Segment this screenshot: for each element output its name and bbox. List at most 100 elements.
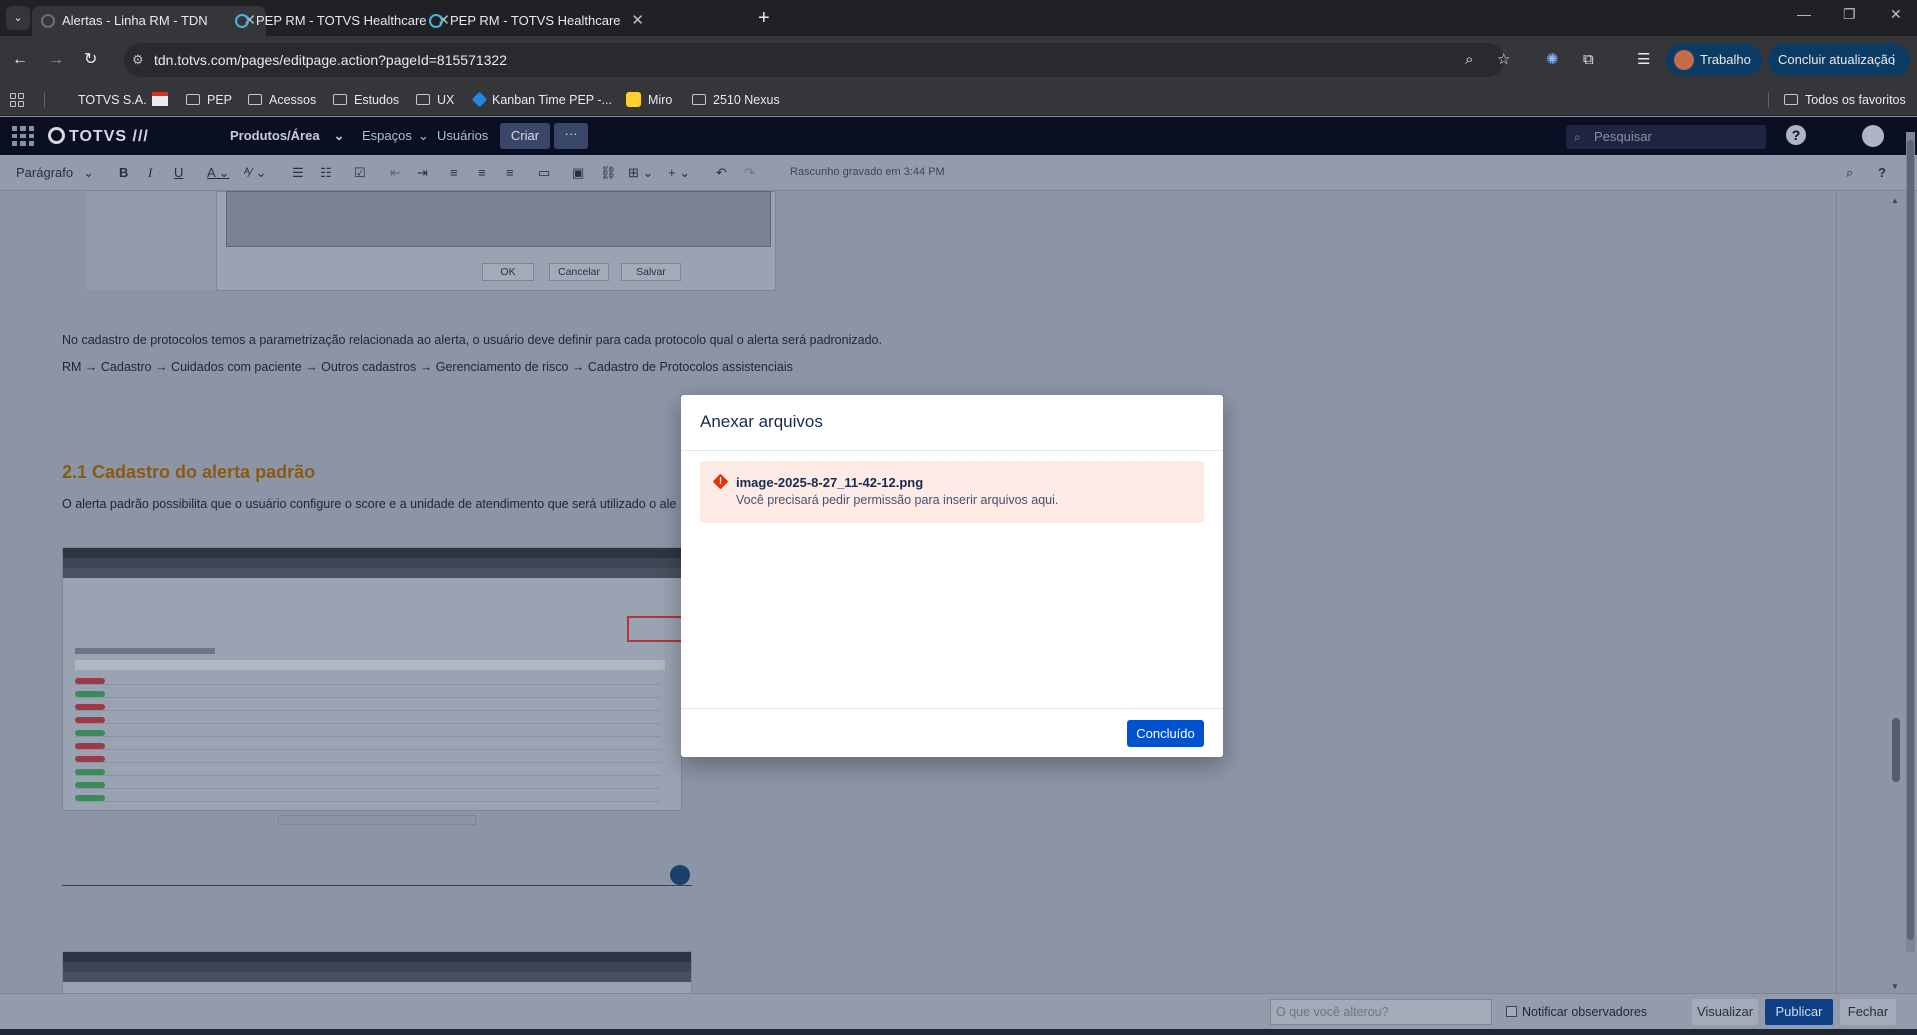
align-right-icon[interactable]: ≡ [506, 165, 514, 181]
task-list-icon[interactable]: ☑ [354, 165, 366, 181]
minimize-icon[interactable]: — [1797, 6, 1811, 22]
text-color-icon[interactable]: A ⌄ [207, 165, 229, 181]
reload-icon[interactable]: ↻ [84, 50, 97, 70]
new-tab-plus-icon[interactable]: + [758, 6, 770, 30]
paragraph-style-select[interactable]: Parágrafo ⌄ [16, 165, 94, 181]
nav-usuarios[interactable]: Usuários [437, 128, 488, 143]
bookmark-totvs[interactable]: TOTVS S.A. [78, 84, 147, 116]
embedded-screenshot-2[interactable] [62, 951, 692, 993]
bookmark-pep[interactable]: PEP [186, 84, 232, 116]
editor-help-icon[interactable]: ? [1878, 165, 1886, 181]
kebab-menu-icon[interactable]: ⋮ [1887, 44, 1900, 76]
table-row [75, 691, 661, 698]
table-icon[interactable]: ⊞ ⌄ [628, 165, 653, 181]
close-icon[interactable]: ✕ [631, 6, 644, 36]
publish-button[interactable]: Publicar [1765, 999, 1833, 1025]
scroll-up-arrow-icon[interactable]: ▲ [1891, 196, 1899, 205]
table-row [75, 795, 661, 802]
profile-label: Trabalho [1700, 52, 1751, 67]
undo-icon[interactable]: ↶ [716, 165, 727, 181]
embedded-screenshot-dialog[interactable]: OK Cancelar Salvar [86, 191, 776, 291]
close-button[interactable]: Fechar [1840, 999, 1896, 1025]
notify-label: Notificar observadores [1522, 1005, 1648, 1019]
done-button[interactable]: Concluído [1127, 720, 1204, 747]
more-button[interactable]: ··· [554, 123, 588, 149]
totvs-logo[interactable]: TOTVS /// [48, 127, 149, 146]
status-badge [75, 743, 105, 749]
bookmark-miro[interactable]: Miro [626, 84, 672, 116]
content-scrollbar[interactable] [1890, 191, 1904, 993]
bookmark-label: UX [437, 93, 455, 107]
tab-search-chevron-icon[interactable]: ⌄ [6, 6, 30, 30]
extension-gear-icon[interactable]: ✺ [1546, 50, 1559, 70]
browser-tab-3[interactable]: PEP RM - TOTVS Healthcare ✕ [420, 6, 654, 36]
update-button[interactable]: Concluir atualização ⋮ [1768, 44, 1910, 76]
numbered-list-icon[interactable]: ☷ [320, 165, 332, 181]
apps-grid-icon[interactable] [10, 93, 24, 107]
change-comment-input[interactable] [1270, 999, 1492, 1025]
bookmark-estudos[interactable]: Estudos [333, 84, 399, 116]
jira-diamond-icon [471, 91, 488, 108]
create-button[interactable]: Criar [500, 123, 550, 149]
embedded-tabbar [63, 548, 681, 558]
embedded-bookmarks [63, 972, 691, 982]
bookmark-acessos[interactable]: Acessos [248, 84, 316, 116]
scroll-down-arrow-icon[interactable]: ▼ [1891, 982, 1899, 991]
redo-icon[interactable]: ↷ [744, 165, 755, 181]
content-scroll-thumb[interactable] [1892, 718, 1900, 782]
bookmark-kanban[interactable]: Kanban Time PEP -... [471, 84, 612, 116]
address-bar[interactable]: ⚙ tdn.totvs.com/pages/editpage.action?pa… [124, 43, 1504, 77]
find-icon[interactable]: ⌕ [1846, 165, 1853, 181]
help-icon[interactable]: ? [1786, 125, 1806, 145]
site-controls-icon[interactable]: ⚙ [132, 52, 144, 68]
chevron-down-icon: ⌄ [417, 128, 429, 143]
bookmark-calendar-icon[interactable] [152, 84, 170, 116]
align-center-icon[interactable]: ≡ [478, 165, 486, 181]
outdent-icon[interactable]: ⇤ [390, 165, 401, 181]
image-icon[interactable]: ▣ [572, 165, 584, 181]
align-left-icon[interactable]: ≡ [450, 165, 458, 181]
error-exclamation-icon: ! [718, 476, 723, 487]
profile-button[interactable]: Trabalho [1666, 44, 1762, 76]
all-bookmarks[interactable]: Todos os favoritos [1784, 84, 1906, 116]
nav-produtos[interactable]: Produtos/Área ⌄ [230, 128, 344, 144]
url-text[interactable]: tdn.totvs.com/pages/editpage.action?page… [154, 52, 507, 68]
bold-icon[interactable]: B [119, 165, 128, 181]
link-icon[interactable]: ⛓ [600, 165, 617, 181]
embedded-screenshot-painel[interactable] [62, 547, 682, 811]
window-scroll-thumb[interactable] [1907, 140, 1914, 940]
indent-icon[interactable]: ⇥ [417, 165, 428, 181]
zoom-search-icon[interactable]: ⌕ [1465, 50, 1473, 70]
user-avatar[interactable] [1862, 125, 1884, 147]
editor-bottom-bar: Notificar observadores Visualizar Public… [0, 993, 1917, 1029]
forward-arrow-icon[interactable]: → [48, 50, 64, 70]
layout-icon[interactable]: ▭ [538, 165, 550, 181]
search-input[interactable]: ⌕ Pesquisar [1566, 125, 1766, 149]
table-row [75, 717, 661, 724]
extensions-puzzle-icon[interactable]: ⧉ [1583, 50, 1594, 70]
app-switcher-icon[interactable] [12, 126, 34, 146]
paragraph-breadcrumb-path[interactable]: RM → Cadastro → Cuidados com paciente → … [62, 360, 793, 374]
reading-list-icon[interactable]: ☰ [1637, 50, 1650, 70]
back-arrow-icon[interactable]: ← [12, 50, 28, 70]
italic-icon[interactable]: I [148, 165, 152, 181]
insert-plus-icon[interactable]: + ⌄ [668, 165, 690, 181]
checkbox-icon[interactable] [1506, 1006, 1517, 1017]
nav-espacos[interactable]: Espaços ⌄ [362, 128, 429, 144]
profile-avatar [1674, 50, 1694, 70]
paragraph-alerta-padrao[interactable]: O alerta padrão possibilita que o usuári… [62, 497, 676, 511]
notify-watchers-checkbox[interactable]: Notificar observadores [1506, 1005, 1647, 1019]
restore-icon[interactable]: ❐ [1843, 6, 1856, 23]
bullet-list-icon[interactable]: ☰ [292, 165, 304, 181]
text-format-icon[interactable]: ᴬ⁄ ⌄ [244, 165, 267, 181]
underline-icon[interactable]: U [174, 165, 183, 181]
close-window-icon[interactable]: ✕ [1890, 6, 1902, 23]
section-heading[interactable]: 2.1 Cadastro do alerta padrão [62, 462, 315, 483]
bookmark-star-icon[interactable]: ☆ [1497, 50, 1510, 70]
bookmark-2510-nexus[interactable]: 2510 Nexus [692, 84, 780, 116]
embedded-load-more [278, 815, 476, 825]
bookmark-ux[interactable]: UX [416, 84, 454, 116]
preview-button[interactable]: Visualizar [1692, 999, 1758, 1025]
nav-label: Espaços [362, 128, 412, 143]
paragraph-protocolos[interactable]: No cadastro de protocolos temos a parame… [62, 333, 882, 347]
